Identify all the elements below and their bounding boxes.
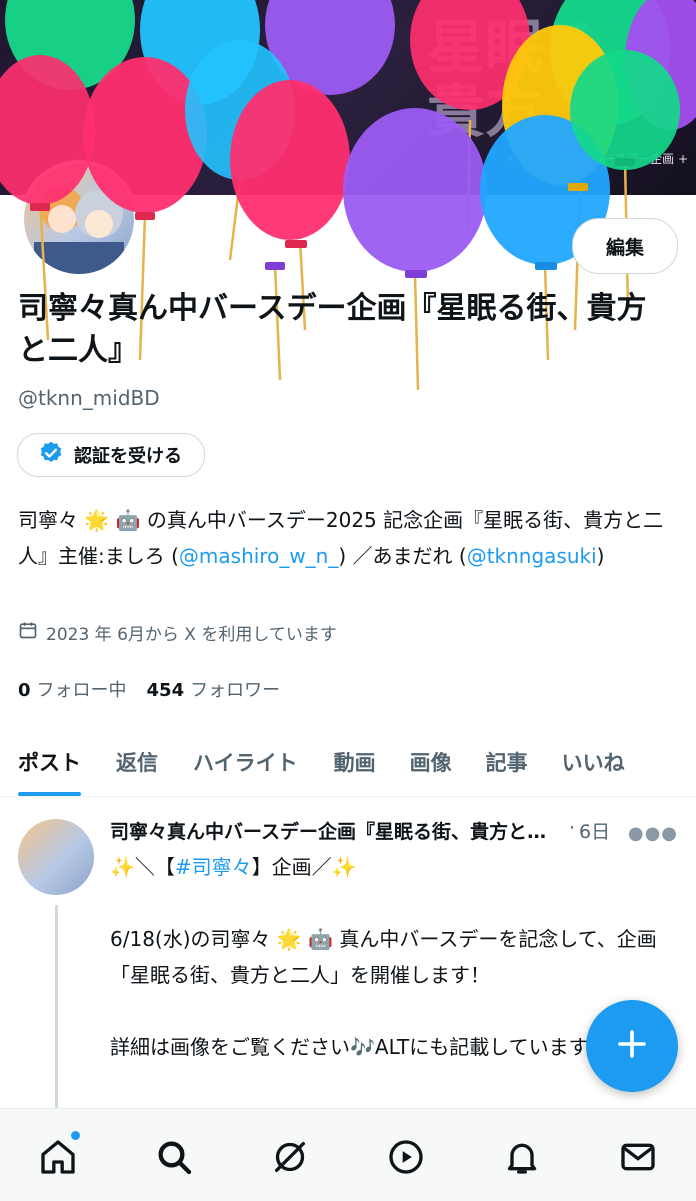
profile-bio: 司寧々 🌟 🤖 の真ん中バースデー2025 記念企画『星眠る街、貴方と二人』主催… — [18, 502, 678, 574]
search-icon — [158, 1141, 192, 1175]
tab-replies-label: 返信 — [116, 751, 158, 775]
join-date: 2023 年 6月から X を利用しています — [18, 620, 337, 645]
more-options-icon[interactable]: ●●● — [628, 823, 678, 844]
home-notification-dot — [71, 1131, 80, 1140]
compose-post-button[interactable] — [586, 1000, 678, 1092]
get-verified-button[interactable]: 認証を受ける — [17, 433, 205, 477]
post-header: 司寧々真ん中バースデー企画『星眠る街、貴方と二人』 · 6日 — [110, 817, 640, 844]
profile-name: 司寧々真ん中バースデー企画『星眠る街、貴方と二人』 — [18, 291, 647, 368]
tab-media-label: 画像 — [409, 751, 452, 775]
join-date-text: 2023 年 6月から X を利用しています — [46, 625, 337, 645]
tab-posts-label: ポスト — [18, 751, 81, 775]
following-label: フォロー中 — [36, 680, 127, 701]
calendar-icon — [18, 620, 38, 645]
verified-badge-icon — [38, 440, 64, 471]
tab-videos-label: 動画 — [333, 751, 376, 775]
tab-articles[interactable]: 記事 — [486, 728, 528, 796]
bio-text-3: ) — [596, 544, 605, 568]
tab-posts[interactable]: ポスト — [18, 728, 81, 796]
plus-icon — [614, 1026, 650, 1066]
following-count: 0 — [18, 680, 31, 701]
banner-title-art: 星眠る 貴方 — [426, 13, 601, 145]
grok-icon — [275, 1142, 305, 1172]
tab-likes-label: いいね — [561, 751, 625, 775]
bell-icon — [507, 1143, 537, 1174]
follow-stats: 0 フォロー中 454 フォロワー — [18, 676, 280, 702]
home-icon — [41, 1140, 75, 1174]
following-link[interactable]: 0 フォロー中 — [18, 676, 127, 702]
profile-tabs: ポスト 返信 ハイライト 動画 画像 記事 いいね — [0, 728, 696, 797]
nav-messages[interactable] — [608, 1127, 668, 1187]
video-icon — [389, 1140, 423, 1174]
hashtag-link[interactable]: #司寧々 — [175, 855, 252, 879]
followers-count: 454 — [146, 680, 185, 701]
bottom-navigation — [0, 1108, 696, 1201]
post-author-name[interactable]: 司寧々真ん中バースデー企画『星眠る街、貴方と二人』 — [110, 817, 565, 844]
post-dot: · — [569, 817, 576, 839]
profile-handle: @tknn_midBD — [18, 386, 160, 410]
nav-notifications[interactable] — [492, 1127, 552, 1187]
tab-videos[interactable]: 動画 — [334, 728, 376, 796]
mail-icon — [621, 1143, 655, 1171]
tab-replies[interactable]: 返信 — [116, 728, 158, 796]
nav-grok[interactable] — [260, 1127, 320, 1187]
profile-avatar[interactable] — [20, 160, 138, 278]
post-timestamp[interactable]: 6日 — [579, 817, 610, 844]
tab-highlights-label: ハイライト — [193, 751, 298, 775]
post-line1-pre: ✨＼【 — [110, 855, 175, 879]
thread-line — [55, 905, 58, 1115]
banner-subtitle: + 司寧々真ん中バースデー企画 + — [504, 152, 688, 166]
post-body-text: 6/18(水)の司寧々 🌟 🤖 真ん中バースデーを記念して、企画「星眠る街、貴方… — [110, 927, 657, 1059]
nav-search[interactable] — [144, 1127, 204, 1187]
mention-link-tknngasuki[interactable]: @tknngasuki — [467, 544, 597, 568]
active-tab-indicator — [18, 792, 81, 796]
bio-text-2: ) ／あまだれ ( — [338, 544, 467, 568]
tab-likes[interactable]: いいね — [562, 728, 625, 796]
followers-link[interactable]: 454 フォロワー — [147, 676, 281, 702]
nav-home[interactable] — [28, 1127, 88, 1187]
tab-media[interactable]: 画像 — [410, 728, 452, 796]
post-line1-post: 】企画／✨ — [251, 855, 357, 879]
get-verified-label: 認証を受ける — [74, 446, 182, 467]
tab-highlights[interactable]: ハイライト — [193, 728, 298, 796]
post-author-avatar[interactable] — [18, 819, 94, 895]
followers-label: フォロワー — [190, 680, 281, 701]
tab-articles-label: 記事 — [485, 751, 528, 775]
mention-link-mashiro[interactable]: @mashiro_w_n_ — [179, 544, 338, 568]
nav-video[interactable] — [376, 1127, 436, 1187]
edit-profile-button[interactable]: 編集 — [572, 218, 678, 274]
post-text: ✨＼【#司寧々】企画／✨ 6/18(水)の司寧々 🌟 🤖 真ん中バースデーを記念… — [110, 849, 670, 1065]
